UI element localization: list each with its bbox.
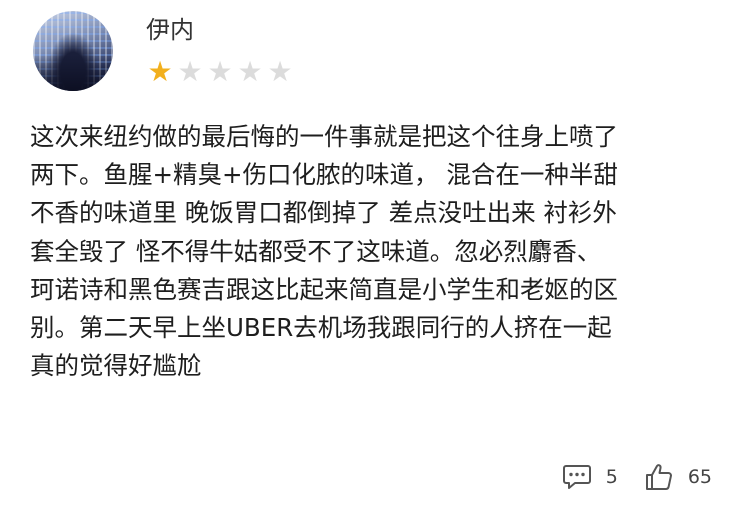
star-filled-icon: ★ (147, 55, 173, 88)
avatar-shade (33, 55, 113, 91)
star-empty-icon: ★ (207, 55, 233, 88)
like-button[interactable]: 65 (644, 462, 712, 492)
username[interactable]: 伊内 (146, 14, 194, 46)
review-actions: 5 65 (562, 462, 712, 492)
star-empty-icon: ★ (177, 55, 203, 88)
review-text: 这次来纽约做的最后悔的一件事就是把这个往身上喷了 两下。鱼腥+精臭+伤口化脓的味… (30, 122, 618, 381)
star-rating: ★ ★ ★ ★ ★ (145, 58, 295, 86)
comment-icon (562, 463, 592, 491)
thumbs-up-icon (644, 462, 674, 492)
like-count: 65 (687, 466, 712, 488)
star-empty-icon: ★ (267, 55, 293, 88)
star-empty-icon: ★ (237, 55, 263, 88)
comment-count: 5 (605, 466, 618, 488)
comment-button[interactable]: 5 (562, 463, 618, 491)
avatar[interactable] (33, 11, 113, 91)
